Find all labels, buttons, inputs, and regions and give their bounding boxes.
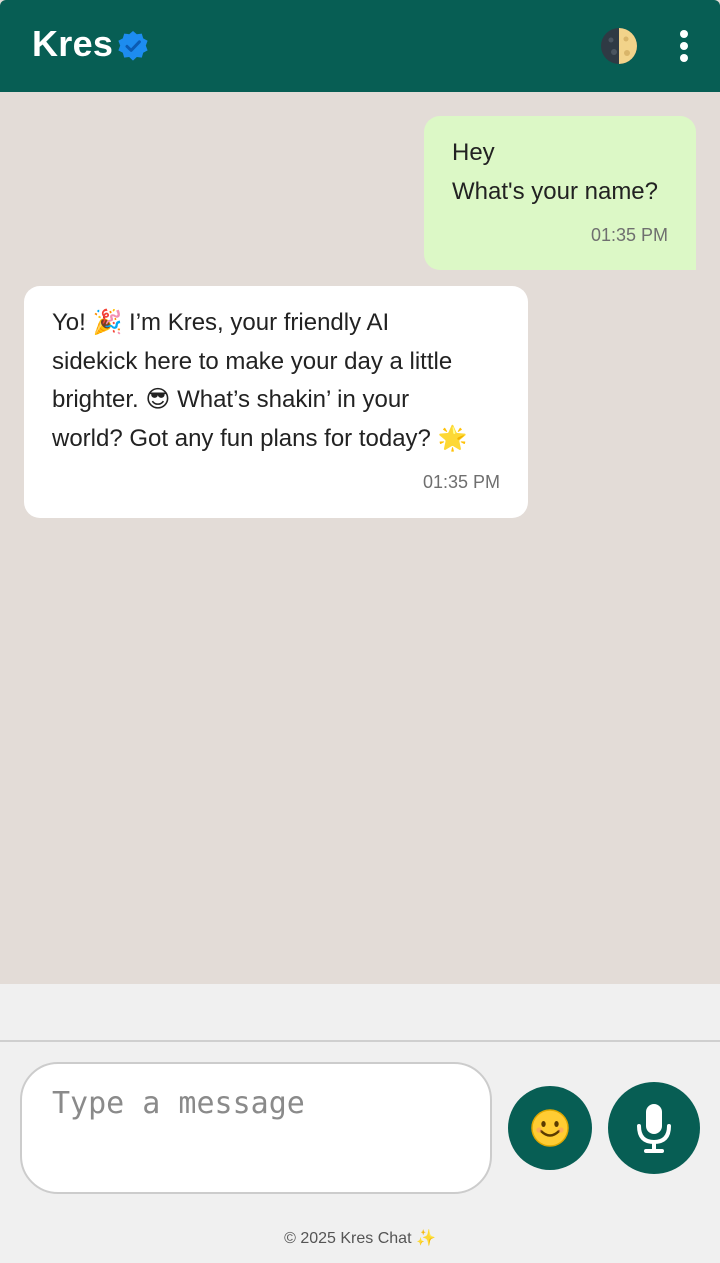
menu-button[interactable] <box>668 26 700 66</box>
microphone-button[interactable] <box>608 1082 700 1174</box>
chat-title: Kres <box>32 23 114 64</box>
outgoing-message: Hey What's your name? 01:35 PM <box>424 116 696 270</box>
footer-copyright: © 2025 Kres Chat ✨ <box>0 1213 720 1263</box>
chat-header: Kres <box>0 0 720 92</box>
vertical-dots-icon <box>680 30 688 38</box>
typing-area-spacer <box>0 984 720 1040</box>
message-line: Hey <box>452 139 495 166</box>
message-input[interactable] <box>20 1062 492 1194</box>
message-timestamp: 01:35 PM <box>590 225 668 245</box>
microphone-icon <box>637 1104 671 1153</box>
smiley-icon <box>531 1109 569 1147</box>
message-line: Yo! 🎉 I’m Kres, your friendly AI <box>52 309 390 336</box>
message-line: sidekick here to make your day a little <box>52 347 453 375</box>
message-line: What's your name? <box>452 177 659 205</box>
message-line: brighter. 😎 What’s shakin’ in your <box>52 386 410 413</box>
theme-toggle-button[interactable] <box>600 27 638 65</box>
verified-badge-icon <box>118 31 148 61</box>
message-composer <box>0 1040 720 1213</box>
message-line: world? Got any fun plans for today? 🌟 <box>52 424 468 452</box>
chat-app: Kres Hey What's your name? 01:35 PM Yo! … <box>0 0 720 1263</box>
emoji-button[interactable] <box>508 1086 592 1170</box>
incoming-message: Yo! 🎉 I’m Kres, your friendly AI sidekic… <box>24 286 528 518</box>
message-timestamp: 01:35 PM <box>422 472 500 492</box>
